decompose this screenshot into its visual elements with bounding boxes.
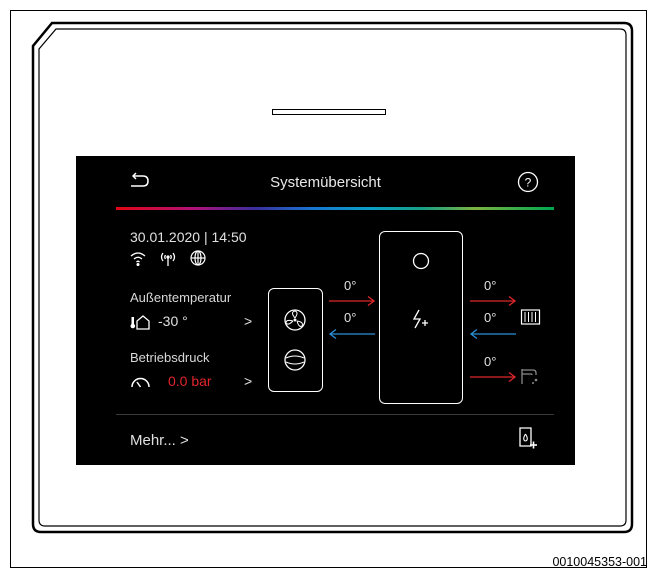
radiator-icon[interactable] <box>520 308 542 328</box>
wifi-icon <box>130 252 146 267</box>
heating-return-arrow <box>469 328 516 340</box>
return-arrow-left <box>328 328 375 340</box>
indoor-unit[interactable] <box>379 231 463 404</box>
outdoor-unit[interactable] <box>268 288 323 392</box>
dhw-supply-arrow <box>470 371 517 383</box>
footer-divider <box>116 414 554 415</box>
pressure-label: Betriebsdruck <box>130 350 210 365</box>
more-link[interactable]: Mehr... > <box>130 432 189 449</box>
heating-supply-arrow <box>470 295 517 307</box>
page-title: Systemübersicht <box>270 174 381 191</box>
figure-code: 0010045353-001 <box>552 555 647 569</box>
outdoor-temp-value: -30 ° <box>158 313 188 329</box>
right-heating-return-temp: 0° <box>484 310 497 325</box>
left-return-temp: 0° <box>344 310 357 325</box>
display-screen: Systemübersicht ? 30.01.2020 | 14:50 Auß… <box>76 156 575 465</box>
electric-heater-icon <box>412 309 428 328</box>
thermometer-house-icon <box>130 315 150 330</box>
boiler-add-icon[interactable] <box>517 426 539 450</box>
color-divider <box>116 207 554 210</box>
fan-icon <box>283 308 306 331</box>
help-icon[interactable]: ? <box>517 171 539 193</box>
outdoor-temp-label: Außentemperatur <box>130 290 232 305</box>
pressure-row[interactable]: 0.0 bar > <box>130 372 256 392</box>
antenna-icon <box>160 252 176 266</box>
outdoor-temp-chevron[interactable]: > <box>244 313 252 329</box>
right-dhw-temp: 0° <box>484 354 497 369</box>
datetime: 30.01.2020 | 14:50 <box>130 229 247 245</box>
circle-icon <box>412 252 429 269</box>
compressor-icon <box>283 348 306 371</box>
globe-icon <box>190 250 206 266</box>
left-supply-temp: 0° <box>344 278 357 293</box>
right-heating-supply-temp: 0° <box>484 278 497 293</box>
gauge-icon <box>131 377 150 388</box>
tap-icon[interactable] <box>520 366 542 388</box>
outdoor-temp-row[interactable]: -30 ° > <box>130 312 256 332</box>
svg-text:?: ? <box>525 176 532 190</box>
ambient-light-sensor <box>272 109 386 115</box>
pressure-chevron[interactable]: > <box>244 373 252 389</box>
pressure-value: 0.0 bar <box>168 373 212 389</box>
supply-arrow-right <box>329 295 376 307</box>
